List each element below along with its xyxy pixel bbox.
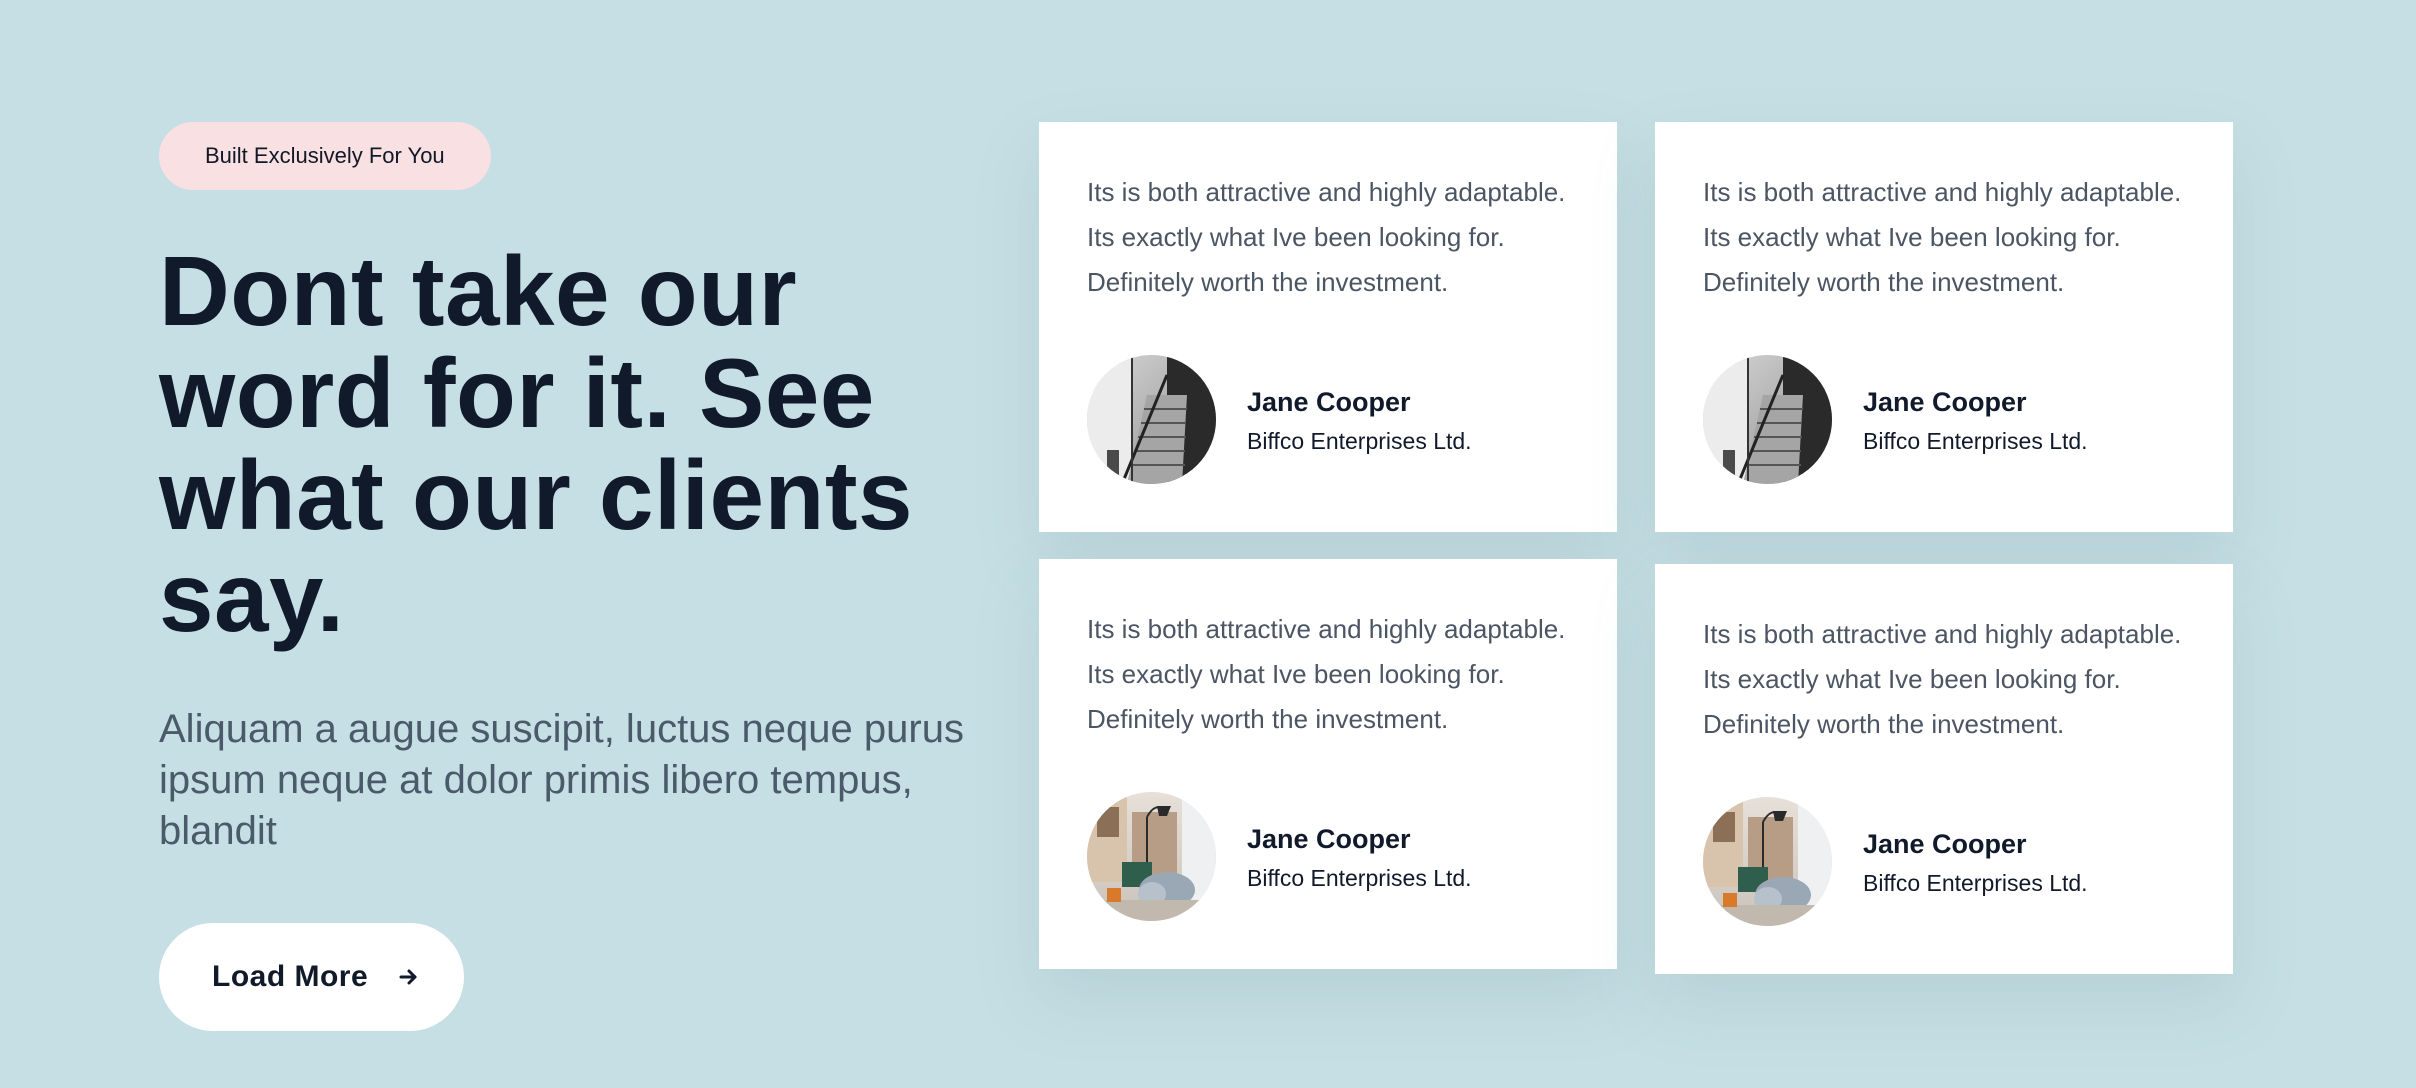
author-name: Jane Cooper [1863, 386, 2027, 417]
author-company: Biffco Enterprises Ltd. [1247, 427, 1472, 454]
page-title: Dont take our word for it. See what our … [159, 236, 914, 652]
testimonial-card: Its is both attractive and highly adapta… [1655, 122, 2233, 532]
testimonial-card: Its is both attractive and highly adapta… [1039, 559, 1617, 969]
avatar [1087, 355, 1216, 484]
hero-section: Built Exclusively For You Dont take our … [159, 122, 999, 1031]
avatar [1087, 792, 1216, 921]
testimonial-author: Jane Cooper Biffco Enterprises Ltd. [1703, 797, 2088, 926]
testimonial-author: Jane Cooper Biffco Enterprises Ltd. [1703, 355, 2088, 484]
testimonial-quote: Its is both attractive and highly adapta… [1703, 619, 2182, 739]
avatar [1703, 797, 1832, 926]
author-company: Biffco Enterprises Ltd. [1863, 869, 2088, 896]
arrow-right-icon [399, 969, 417, 985]
author-name: Jane Cooper [1247, 823, 1411, 854]
avatar [1703, 355, 1832, 484]
author-name: Jane Cooper [1247, 386, 1411, 417]
testimonial-author: Jane Cooper Biffco Enterprises Ltd. [1087, 792, 1472, 921]
author-company: Biffco Enterprises Ltd. [1863, 427, 2088, 454]
load-more-button[interactable]: Load More [159, 923, 465, 1031]
testimonial-quote: Its is both attractive and highly adapta… [1703, 177, 2182, 297]
load-more-label: Load More [212, 960, 369, 993]
testimonial-card: Its is both attractive and highly adapta… [1039, 122, 1617, 532]
testimonial-quote: Its is both attractive and highly adapta… [1087, 177, 1566, 297]
testimonial-quote: Its is both attractive and highly adapta… [1087, 614, 1566, 734]
subtitle: Aliquam a augue suscipit, luctus neque p… [159, 707, 964, 853]
testimonial-card: Its is both attractive and highly adapta… [1655, 564, 2233, 974]
testimonial-author: Jane Cooper Biffco Enterprises Ltd. [1087, 355, 1472, 484]
author-company: Biffco Enterprises Ltd. [1247, 864, 1472, 891]
author-name: Jane Cooper [1863, 828, 2027, 859]
badge: Built Exclusively For You [159, 122, 491, 190]
